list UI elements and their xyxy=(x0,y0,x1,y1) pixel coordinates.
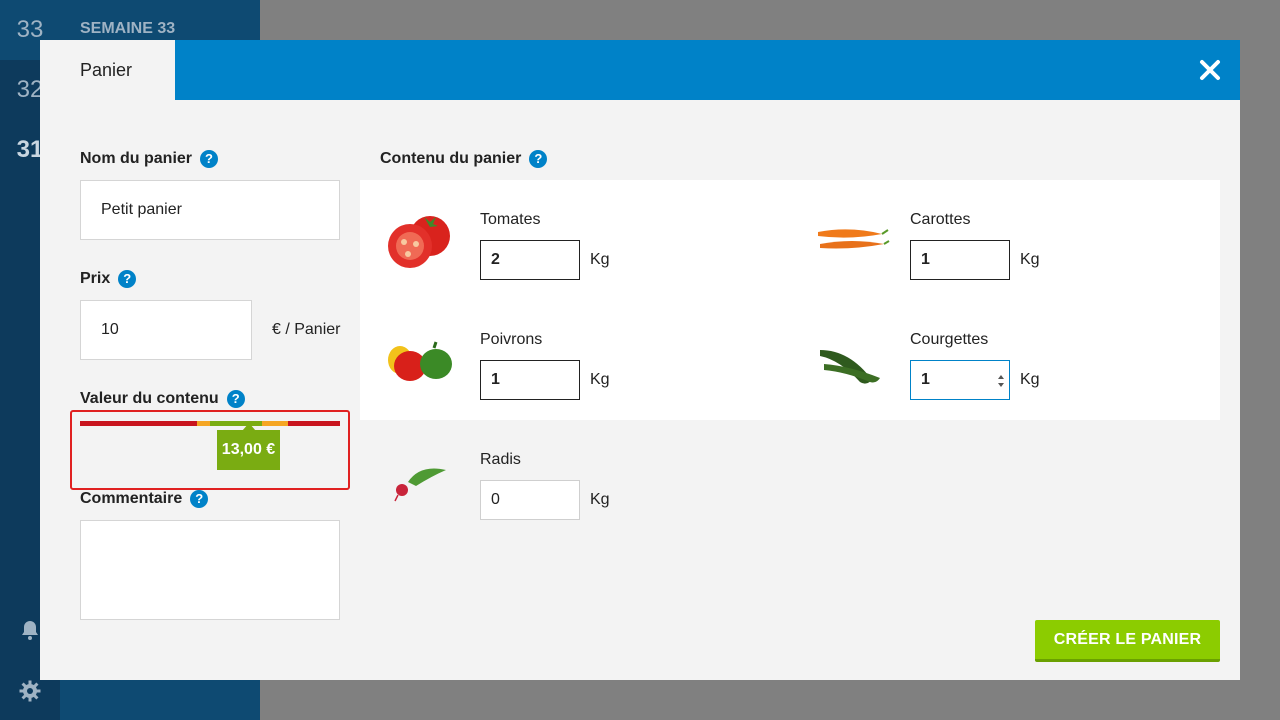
zucchini-image xyxy=(820,350,880,384)
carrot-image xyxy=(818,229,890,249)
tomato-image xyxy=(388,216,450,268)
basket-modal: Panier Nom du panier ? Petit panier Prix… xyxy=(40,40,1240,680)
basket-name-input[interactable]: Petit panier xyxy=(80,180,340,240)
item-name-radis: Radis xyxy=(480,451,521,468)
unit-radis: Kg xyxy=(590,491,610,508)
help-icon[interactable]: ? xyxy=(118,270,137,288)
gauge-orange-high xyxy=(262,421,288,426)
basket-name-label: Nom du panier ? xyxy=(80,150,219,168)
tab-panier[interactable]: Panier xyxy=(40,40,175,100)
create-basket-button[interactable]: CRÉER LE PANIER xyxy=(1035,620,1220,662)
item-name-poivrons: Poivrons xyxy=(480,331,543,348)
basket-content-label: Contenu du panier ? xyxy=(380,150,548,168)
gear-icon[interactable] xyxy=(18,679,42,703)
qty-input-courgettes[interactable]: 1 xyxy=(910,360,1010,400)
unit-carottes: Kg xyxy=(1020,251,1040,268)
comment-label: Commentaire ? xyxy=(80,490,209,508)
price-unit: € / Panier xyxy=(272,321,341,338)
unit-tomates: Kg xyxy=(590,251,610,268)
qty-input-carottes[interactable]: 1 xyxy=(910,240,1010,280)
qty-value-courgettes: 1 xyxy=(921,371,930,388)
item-name-courgettes: Courgettes xyxy=(910,331,989,348)
value-gauge xyxy=(80,421,340,426)
content-value-badge: 13,00 € xyxy=(217,430,280,470)
help-icon[interactable]: ? xyxy=(529,150,548,168)
qty-input-tomates[interactable]: 2 xyxy=(480,240,580,280)
modal-header xyxy=(40,40,1240,100)
comment-textarea[interactable] xyxy=(80,520,340,620)
qty-input-poivrons[interactable]: 1 xyxy=(480,360,580,400)
radish-image xyxy=(394,468,446,502)
close-icon[interactable] xyxy=(1198,58,1222,82)
item-name-tomates: Tomates xyxy=(480,211,541,228)
price-input[interactable]: 10 xyxy=(80,300,252,360)
unit-courgettes: Kg xyxy=(1020,371,1040,388)
qty-input-radis[interactable]: 0 xyxy=(480,480,580,520)
pepper-image xyxy=(388,341,452,381)
help-icon[interactable]: ? xyxy=(190,490,209,508)
content-value-label: Valeur du contenu ? xyxy=(80,390,245,408)
bell-icon[interactable] xyxy=(18,618,42,642)
gauge-orange-low xyxy=(197,421,210,426)
spinner-arrows-icon[interactable] xyxy=(997,373,1005,389)
help-icon[interactable]: ? xyxy=(200,150,219,168)
week-title: SEMAINE 33 xyxy=(80,20,176,37)
help-icon[interactable]: ? xyxy=(226,390,245,408)
item-name-carottes: Carottes xyxy=(910,211,971,228)
price-label: Prix ? xyxy=(80,270,137,288)
unit-poivrons: Kg xyxy=(590,371,610,388)
